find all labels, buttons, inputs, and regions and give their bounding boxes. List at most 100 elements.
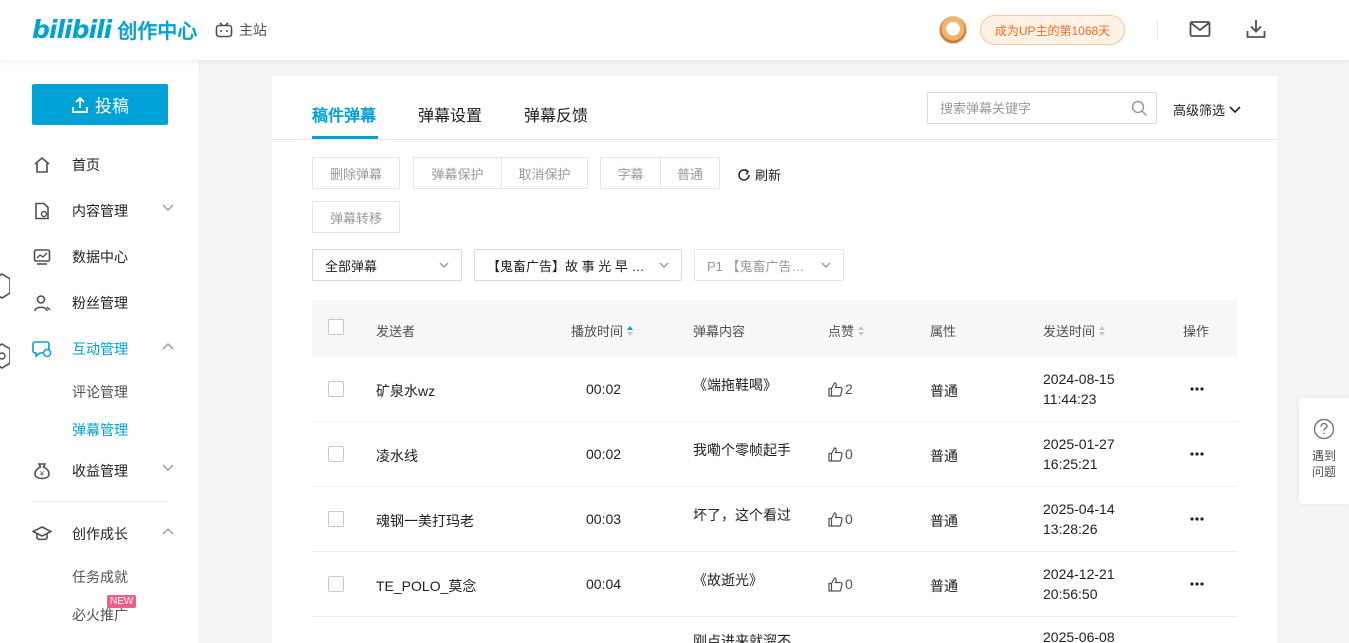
hexagon-decoration-icon (0, 343, 10, 369)
sidebar: 投稿 首页 内容管理 数据中心 粉丝管理 互动管理 评论管理 弹幕管理 ¥ 收益… (0, 60, 200, 643)
refresh-label: 刷新 (755, 168, 782, 183)
money-bag-icon: ¥ (34, 463, 50, 480)
protect-danmaku-button[interactable]: 弹幕保护 (413, 157, 502, 189)
row-checkbox[interactable] (328, 381, 344, 397)
more-icon[interactable] (1190, 452, 1204, 456)
search-input[interactable] (928, 100, 1118, 116)
col-play-time[interactable]: 播放时间 (571, 321, 634, 340)
row-send-date: 2024-12-21 (1043, 566, 1115, 582)
upload-button[interactable]: 投稿 (32, 84, 168, 125)
logo[interactable]: bilibili 创作中心 (32, 15, 198, 44)
row-sender[interactable]: 凌水线 (376, 446, 418, 466)
search-icon[interactable] (1131, 100, 1148, 117)
row-checkbox[interactable] (328, 446, 344, 462)
row-checkbox[interactable] (328, 576, 344, 592)
row-send-date: 2024-08-15 (1043, 371, 1115, 387)
graduation-cap-icon (32, 526, 52, 541)
more-icon[interactable] (1190, 517, 1204, 521)
col-sender: 发送者 (376, 324, 416, 339)
avatar[interactable] (939, 16, 967, 44)
sidebar-item-label: 数据中心 (72, 249, 128, 265)
table-row: 魂钢一美打玛老 00:03 坏了，这个看过 0 普通 2025-04-14 13… (312, 487, 1237, 552)
row-content: 刚点进来就溜不 (693, 633, 791, 643)
table-row: 刚点进来就溜不 2025-06-08 (312, 617, 1237, 643)
row-send-time: 11:44:23 (1043, 391, 1097, 407)
question-icon (1313, 418, 1335, 440)
table-row: 矿泉水wz 00:02 《端拖鞋喝》 2 普通 2024-08-15 11:44… (312, 357, 1237, 422)
table-row: TE_POLO_莫念 00:04 《故逝光》 0 普通 2024-12-21 2… (312, 552, 1237, 617)
user-icon (34, 295, 51, 312)
sidebar-item-growth[interactable]: 创作成长 (32, 522, 182, 546)
subtitle-button[interactable]: 字幕 (600, 157, 661, 189)
sidebar-item-data[interactable]: 数据中心 (32, 245, 182, 269)
row-send-time: 20:56:50 (1043, 586, 1098, 602)
sidebar-subitem-danmaku[interactable]: 弹幕管理 (72, 420, 128, 440)
danmaku-scope-select[interactable]: 全部弹幕 (312, 249, 462, 281)
table-row: 凌水线 00:02 我嘞个零帧起手 0 普通 2025-01-27 16:25:… (312, 422, 1237, 487)
sort-icon (858, 325, 865, 336)
row-checkbox[interactable] (328, 511, 344, 527)
more-icon[interactable] (1190, 582, 1204, 586)
chevron-down-icon (162, 464, 174, 471)
logo-title: 创作中心 (117, 20, 198, 43)
col-likes[interactable]: 点赞 (828, 321, 865, 340)
part-select[interactable]: P1 【鬼畜广告… (694, 249, 844, 281)
advanced-filter-label: 高级筛选 (1173, 103, 1226, 118)
hexagon-decoration-icon (0, 273, 10, 299)
thumbs-up-icon (828, 511, 843, 527)
main-site-link[interactable]: 主站 (215, 20, 267, 40)
row-sender[interactable]: 魂钢一美打玛老 (376, 511, 474, 531)
chart-icon (33, 249, 51, 265)
row-sender[interactable]: 矿泉水wz (376, 381, 435, 401)
sidebar-subitem-tasks[interactable]: 任务成就 (72, 567, 128, 587)
sidebar-subitem-promotion[interactable]: 必火推广 (72, 605, 128, 625)
help-widget[interactable]: 遇到问题 (1299, 398, 1349, 504)
sidebar-item-fans[interactable]: 粉丝管理 (32, 291, 182, 315)
row-play-time: 00:02 (586, 446, 622, 462)
row-likes-count: 0 (845, 511, 853, 527)
col-content: 弹幕内容 (693, 324, 746, 339)
normal-button[interactable]: 普通 (660, 157, 720, 189)
upload-label: 投稿 (95, 97, 129, 116)
sidebar-item-interaction[interactable]: 互动管理 (32, 337, 182, 361)
tab-video-danmaku[interactable]: 稿件弹幕 (312, 102, 376, 126)
col-send-time[interactable]: 发送时间 (1043, 321, 1106, 340)
sidebar-item-label: 内容管理 (72, 203, 128, 219)
upload-icon (72, 96, 88, 113)
advanced-filter-toggle[interactable]: 高级筛选 (1173, 100, 1241, 119)
svg-text:¥: ¥ (40, 470, 45, 478)
row-likes: 2 (828, 381, 853, 397)
help-label: 遇到问题 (1311, 449, 1336, 479)
delete-danmaku-button[interactable]: 删除弹幕 (312, 157, 400, 189)
row-likes: 0 (828, 446, 853, 462)
home-icon (34, 156, 50, 173)
thumbs-up-icon (828, 381, 843, 397)
row-sender[interactable]: TE_POLO_莫念 (376, 576, 476, 596)
refresh-button[interactable]: 刷新 (737, 165, 781, 184)
sidebar-item-home[interactable]: 首页 (32, 153, 182, 177)
sidebar-subitem-comments[interactable]: 评论管理 (72, 382, 128, 402)
header-divider (1157, 20, 1158, 40)
download-icon[interactable] (1245, 18, 1267, 40)
select-all-checkbox[interactable] (328, 319, 344, 335)
more-icon[interactable] (1190, 387, 1204, 391)
mail-icon[interactable] (1189, 18, 1211, 40)
sort-icon (627, 325, 634, 336)
tab-danmaku-settings[interactable]: 弹幕设置 (418, 102, 482, 126)
refresh-icon (738, 168, 750, 181)
row-likes-count: 0 (845, 576, 853, 592)
sidebar-item-revenue[interactable]: ¥ 收益管理 (32, 459, 182, 483)
chevron-down-icon (821, 262, 831, 268)
tv-icon (215, 22, 233, 38)
sidebar-item-label: 收益管理 (72, 463, 128, 479)
transfer-danmaku-button[interactable]: 弹幕转移 (312, 201, 400, 233)
row-send-date: 2025-06-08 (1043, 629, 1115, 643)
sidebar-item-content[interactable]: 内容管理 (32, 199, 182, 223)
unprotect-danmaku-button[interactable]: 取消保护 (501, 157, 588, 189)
sidebar-item-label: 粉丝管理 (72, 295, 128, 311)
select-value: 全部弹幕 (325, 258, 378, 274)
chevron-down-icon (1229, 105, 1241, 113)
video-select[interactable]: 【鬼畜广告】故 事 光 早 … (474, 249, 682, 281)
row-play-time: 00:02 (586, 381, 622, 397)
tab-danmaku-feedback[interactable]: 弹幕反馈 (524, 102, 588, 126)
